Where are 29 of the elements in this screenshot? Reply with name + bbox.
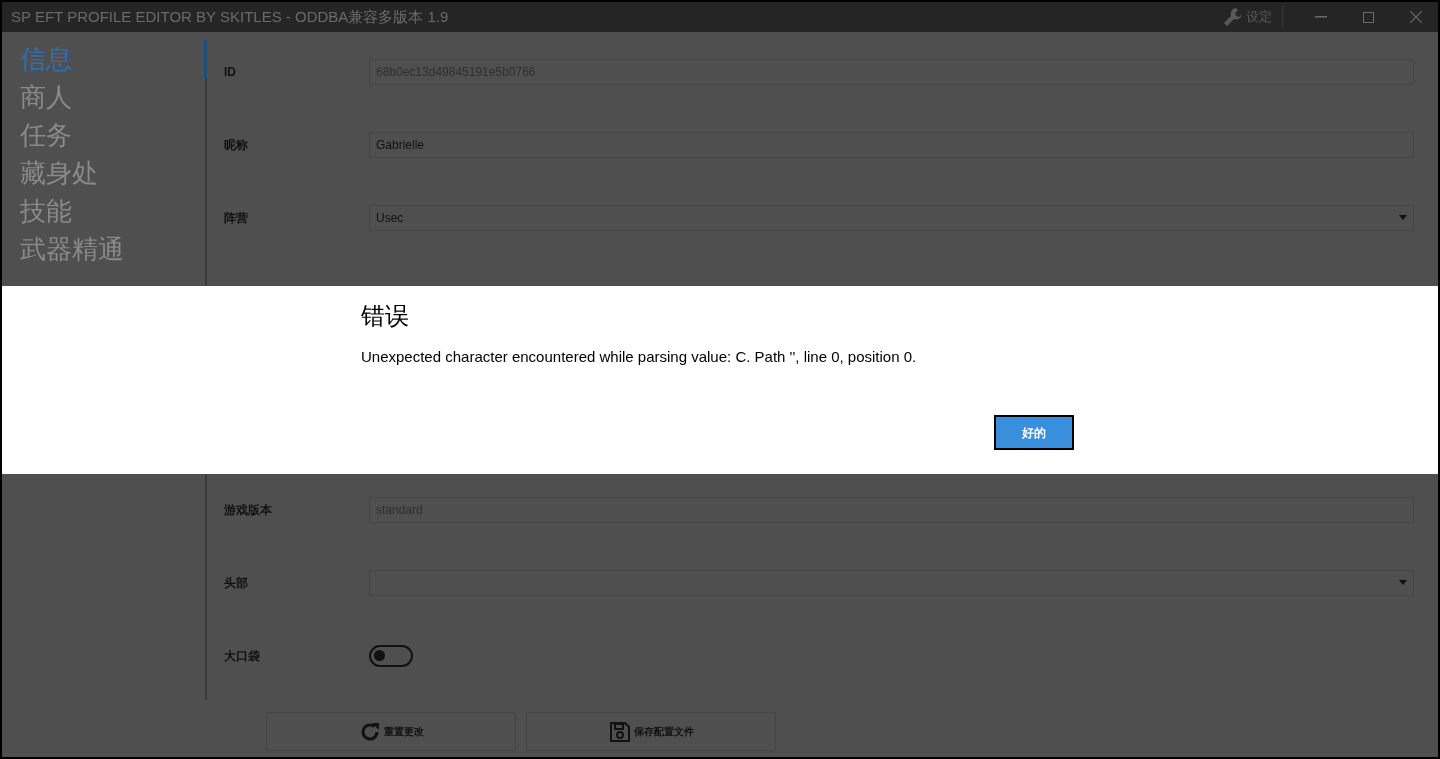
field-label: 游戏版本 (224, 501, 273, 519)
dropdown[interactable]: Usec (369, 204, 1414, 231)
action-button[interactable]: 保存配置文件 (526, 712, 776, 751)
dropdown[interactable] (369, 569, 1414, 596)
close-icon[interactable] (1410, 11, 1422, 23)
ok-button[interactable]: 好的 (994, 415, 1074, 450)
field-label: 昵称 (224, 136, 249, 154)
dialog-title: 错误 (361, 301, 410, 331)
sidebar-item[interactable]: 信息 (20, 40, 205, 78)
maximize-icon[interactable] (1363, 11, 1374, 23)
action-button[interactable]: 重置更改 (266, 712, 516, 751)
caret-icon (1399, 215, 1407, 220)
text-field[interactable]: Gabrielle (369, 131, 1414, 158)
sidebar-item[interactable]: 任务 (20, 116, 205, 154)
field-label: 头部 (224, 574, 249, 592)
window-title: SP EFT PROFILE EDITOR BY SKITLES - ODDBA兼容多版本 1.9 (11, 6, 450, 27)
save-icon (608, 720, 631, 743)
field-label: 阵营 (224, 209, 249, 227)
caret-icon (1399, 580, 1407, 585)
wrench-icon (1222, 6, 1244, 28)
minimize-icon[interactable] (1315, 16, 1327, 18)
sidebar-item[interactable]: 藏身处 (20, 154, 205, 192)
sidebar-item[interactable]: 武器精通 (20, 230, 205, 268)
field-label: 大口袋 (224, 647, 261, 665)
toggle-switch[interactable] (369, 644, 413, 667)
sidebar-item[interactable]: 商人 (20, 78, 205, 116)
dialog-message: Unexpected character encountered while parsing value: C. Path '', line 0, position 0. (361, 347, 918, 367)
sidebar-item[interactable]: 技能 (20, 192, 205, 230)
field-label: ID (224, 63, 237, 81)
